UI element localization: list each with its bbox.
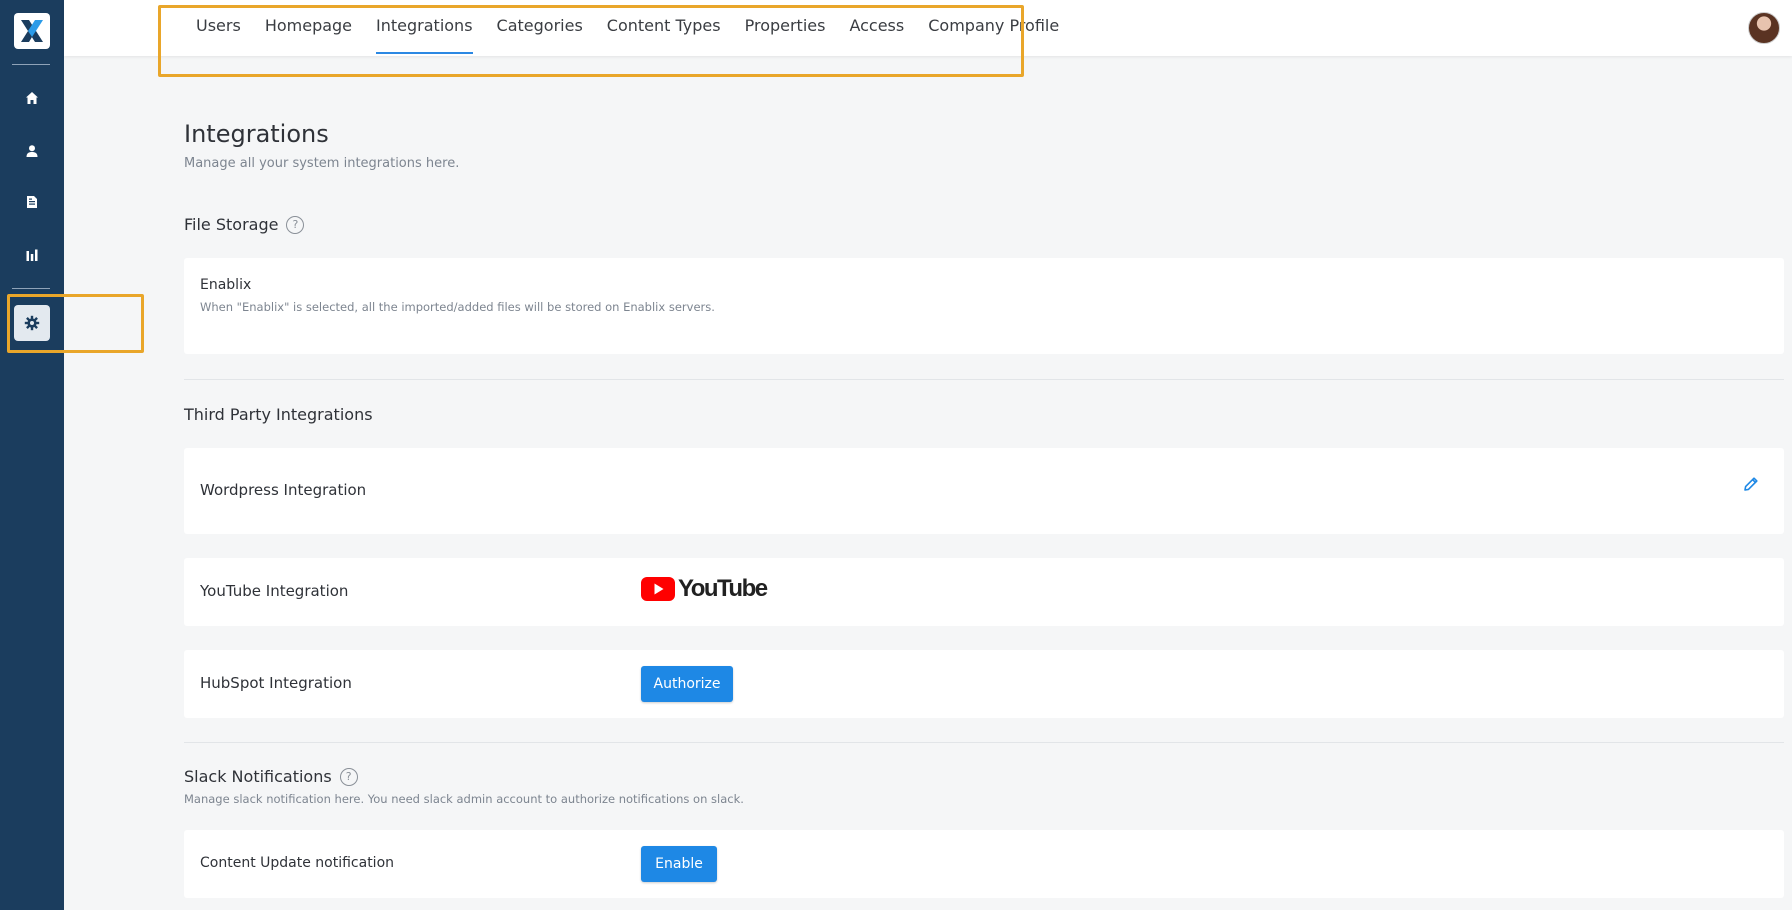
content-update-notification-card: Content Update notification Enable [184, 830, 1784, 898]
section-divider [184, 742, 1784, 743]
youtube-logo[interactable]: YouTube [641, 575, 768, 603]
wordpress-integration-label: Wordpress Integration [200, 481, 367, 499]
slack-description: Manage slack notification here. You need… [184, 792, 744, 806]
bar-chart-icon [26, 249, 38, 261]
tab-homepage[interactable]: Homepage [253, 0, 364, 56]
sidebar-item-users[interactable] [14, 133, 50, 169]
sidebar-item-analytics[interactable] [14, 237, 50, 273]
tab-company-profile[interactable]: Company Profile [916, 0, 1071, 56]
user-icon [26, 145, 38, 157]
help-icon[interactable]: ? [286, 215, 305, 234]
hubspot-integration-label: HubSpot Integration [200, 674, 352, 692]
page-title: Integrations [184, 120, 329, 148]
file-storage-title: File Storage [184, 215, 279, 234]
enable-button[interactable]: Enable [641, 846, 717, 882]
sidebar [0, 0, 64, 910]
tab-content-types[interactable]: Content Types [595, 0, 733, 56]
storage-provider-description: When "Enablix" is selected, all the impo… [200, 300, 715, 314]
app-logo[interactable] [14, 13, 50, 49]
slack-heading: Slack Notifications ? [184, 767, 358, 786]
third-party-heading: Third Party Integrations [184, 405, 373, 424]
authorize-button[interactable]: Authorize [641, 666, 733, 702]
tab-integrations[interactable]: Integrations [364, 0, 485, 56]
storage-provider-label: Enablix [200, 277, 252, 293]
content-update-label: Content Update notification [200, 855, 395, 871]
top-navigation-bar: Users Homepage Integrations Categories C… [64, 0, 1792, 56]
user-avatar[interactable] [1748, 12, 1780, 44]
youtube-play-icon [641, 577, 675, 601]
tab-properties[interactable]: Properties [733, 0, 838, 56]
section-divider [184, 379, 1784, 380]
x-logo-icon [21, 20, 43, 42]
youtube-logo-text: YouTube [678, 575, 768, 602]
home-icon [26, 92, 38, 104]
tab-users[interactable]: Users [184, 0, 253, 56]
tab-access[interactable]: Access [837, 0, 916, 56]
sidebar-item-settings[interactable] [14, 305, 50, 341]
hubspot-integration-card: HubSpot Integration Authorize [184, 650, 1784, 718]
document-icon [27, 196, 37, 208]
page-subtitle: Manage all your system integrations here… [184, 156, 460, 171]
sidebar-divider [12, 64, 50, 65]
slack-title: Slack Notifications [184, 767, 332, 786]
youtube-integration-label: YouTube Integration [200, 582, 349, 600]
help-icon[interactable]: ? [339, 767, 358, 786]
sidebar-divider [12, 288, 50, 289]
settings-tabs: Users Homepage Integrations Categories C… [184, 0, 1071, 56]
sidebar-item-content[interactable] [14, 184, 50, 220]
youtube-integration-card: YouTube Integration YouTube [184, 558, 1784, 626]
file-storage-card: Enablix When "Enablix" is selected, all … [184, 258, 1784, 354]
tab-categories[interactable]: Categories [485, 0, 595, 56]
edit-pencil-icon[interactable] [1742, 475, 1760, 493]
file-storage-heading: File Storage ? [184, 215, 305, 234]
gear-icon [24, 315, 40, 331]
sidebar-item-home[interactable] [14, 80, 50, 116]
wordpress-integration-card: Wordpress Integration [184, 448, 1784, 534]
